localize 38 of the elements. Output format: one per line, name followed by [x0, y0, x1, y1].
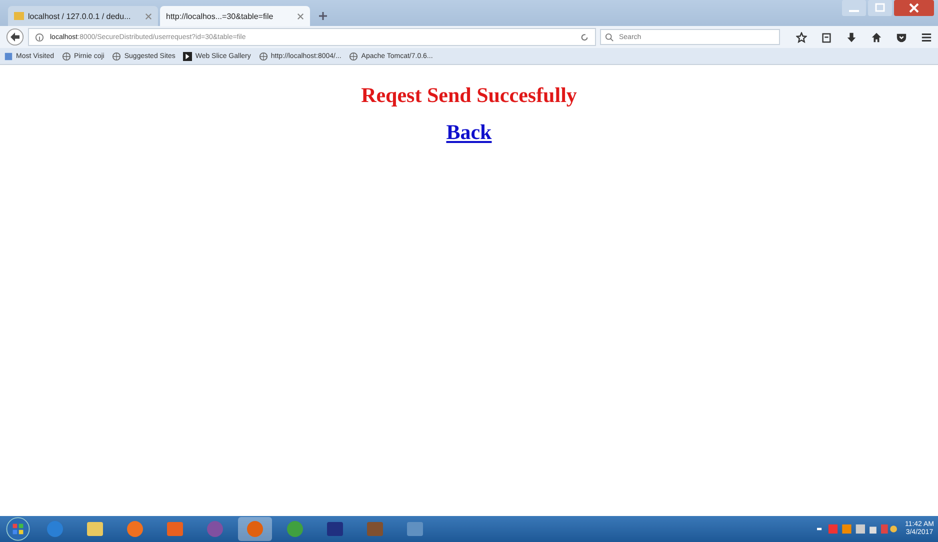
page-icon	[4, 52, 13, 60]
app-icon	[285, 519, 305, 539]
info-icon	[35, 32, 44, 42]
tab-title: localhost / 127.0.0.1 / dedu...	[28, 12, 132, 20]
close-window-icon[interactable]	[894, 0, 934, 16]
app-icon	[165, 519, 185, 539]
app-icon	[325, 519, 345, 539]
start-button[interactable]	[4, 516, 32, 542]
app-icon	[205, 519, 225, 539]
back-link[interactable]: Back	[446, 120, 492, 145]
back-button[interactable]	[6, 28, 24, 46]
new-tab-icon[interactable]	[318, 11, 328, 21]
star-icon[interactable]	[796, 32, 807, 42]
close-icon[interactable]	[145, 12, 152, 20]
app-icon	[125, 519, 145, 539]
app-icon	[85, 519, 105, 539]
app-icon	[45, 519, 65, 539]
tab-title: http://localhos...=30&table=file	[166, 12, 274, 20]
browser-tab[interactable]: http://localhos...=30&table=file	[160, 6, 310, 26]
app-icon	[405, 519, 425, 539]
folder-icon	[14, 12, 24, 20]
globe-icon	[62, 52, 71, 60]
globe-icon	[349, 52, 358, 60]
pocket-icon[interactable]	[896, 32, 907, 42]
globe-icon	[112, 52, 122, 60]
slice-icon	[183, 52, 192, 60]
reload-icon[interactable]	[580, 32, 589, 42]
success-message: Reqest Send Succesfully	[361, 83, 577, 108]
app-icon	[365, 519, 385, 539]
app-icon	[245, 519, 265, 539]
browser-tab[interactable]: localhost / 127.0.0.1 / dedu...	[8, 6, 158, 26]
globe-icon	[258, 52, 268, 60]
close-icon[interactable]	[297, 12, 304, 20]
home-icon[interactable]	[871, 32, 882, 42]
tray-icons-drawing[interactable]	[816, 522, 897, 536]
clipboard-icon[interactable]	[821, 32, 832, 42]
menu-icon[interactable]	[921, 32, 932, 42]
download-icon[interactable]	[846, 32, 857, 42]
